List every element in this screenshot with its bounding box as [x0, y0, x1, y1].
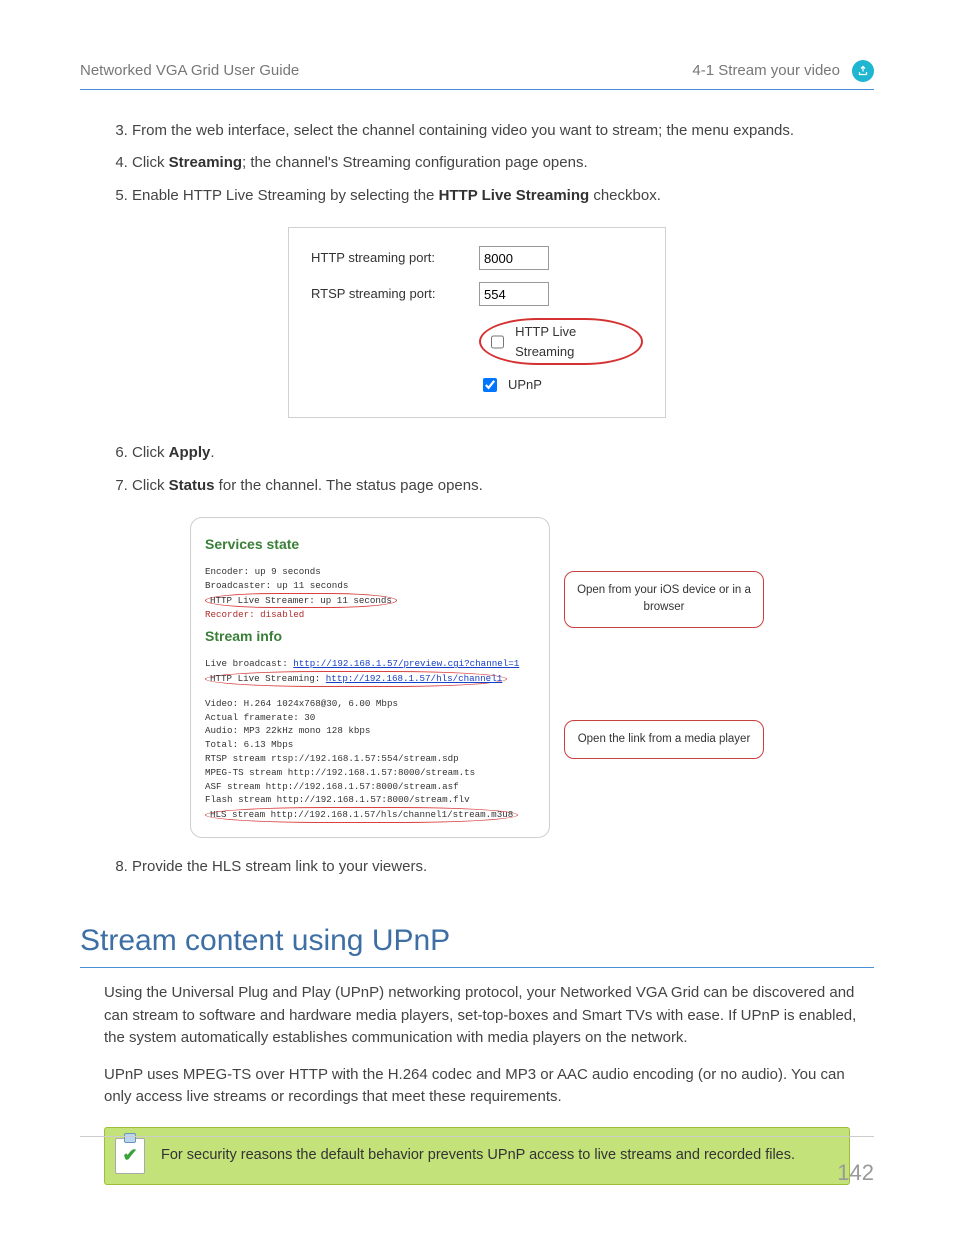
footer-rule — [80, 1136, 874, 1137]
header-chapter: 4-1 Stream your video — [692, 60, 840, 83]
info-mpegts: MPEG-TS stream http://192.168.1.57:8000/… — [205, 766, 535, 780]
info-asf: ASF stream http://192.168.1.57:8000/stre… — [205, 780, 535, 794]
page-header: Networked VGA Grid User Guide 4-1 Stream… — [80, 60, 874, 90]
step-8: Provide the HLS stream link to your view… — [132, 856, 874, 879]
upnp-checkbox-label: UPnP — [508, 375, 542, 395]
callout-ios-browser: Open from your iOS device or in a browse… — [564, 571, 764, 628]
services-state-heading: Services state — [205, 534, 535, 555]
step-4: Click Streaming; the channel's Streaming… — [132, 152, 874, 175]
hls-checkbox-label: HTTP Live Streaming — [515, 322, 631, 361]
hls-checkbox-highlight: HTTP Live Streaming — [479, 318, 643, 365]
http-port-input[interactable] — [479, 246, 549, 270]
step-6: Click Apply. — [132, 442, 874, 465]
callout-media-player: Open the link from a media player — [564, 720, 764, 759]
http-port-label: HTTP streaming port: — [311, 248, 461, 268]
svc-recorder-line: Recorder: disabled — [205, 608, 535, 622]
streaming-config-screenshot: HTTP streaming port: RTSP streaming port… — [288, 227, 666, 418]
live-broadcast-line: Live broadcast: http://192.168.1.57/prev… — [205, 657, 535, 671]
clipboard-check-icon: ✔ — [115, 1138, 145, 1174]
share-icon — [852, 60, 874, 82]
info-audio: Audio: MP3 22kHz mono 128 kbps — [205, 724, 535, 738]
steps-list-b: Click Apply. Click Status for the channe… — [80, 442, 874, 497]
status-page-screenshot: Services state Encoder: up 9 seconds Bro… — [80, 517, 874, 838]
rtsp-port-input[interactable] — [479, 282, 549, 306]
hls-checkbox[interactable] — [491, 335, 504, 349]
info-hls-stream: HLS stream http://192.168.1.57/hls/chann… — [205, 807, 518, 823]
step-3: From the web interface, select the chann… — [132, 120, 874, 143]
info-flash: Flash stream http://192.168.1.57:8000/st… — [205, 793, 535, 807]
page-number: 142 — [837, 1156, 874, 1189]
section-heading-upnp: Stream content using UPnP — [80, 918, 874, 968]
upnp-checkbox[interactable] — [483, 378, 497, 392]
security-note-text: For security reasons the default behavio… — [161, 1145, 795, 1167]
info-video: Video: H.264 1024x768@30, 6.00 Mbps — [205, 697, 535, 711]
info-rtsp: RTSP stream rtsp://192.168.1.57:554/stre… — [205, 752, 535, 766]
steps-list-c: Provide the HLS stream link to your view… — [80, 856, 874, 879]
step-7: Click Status for the channel. The status… — [132, 475, 874, 498]
rtsp-port-label: RTSP streaming port: — [311, 284, 461, 304]
para-upnp-2: UPnP uses MPEG-TS over HTTP with the H.2… — [104, 1064, 874, 1109]
header-guide-title: Networked VGA Grid User Guide — [80, 60, 299, 83]
hls-link-line: HTTP Live Streaming: http://192.168.1.57… — [205, 671, 507, 687]
info-total: Total: 6.13 Mbps — [205, 738, 535, 752]
para-upnp-1: Using the Universal Plug and Play (UPnP)… — [104, 982, 874, 1050]
step-5: Enable HTTP Live Streaming by selecting … — [132, 185, 874, 208]
info-framerate: Actual framerate: 30 — [205, 711, 535, 725]
steps-list-a: From the web interface, select the chann… — [80, 120, 874, 208]
stream-info-heading: Stream info — [205, 626, 535, 647]
svc-broadcaster-line: Broadcaster: up 11 seconds — [205, 579, 535, 593]
svc-encoder-line: Encoder: up 9 seconds — [205, 565, 535, 579]
svc-hls-line: HTTP Live Streamer: up 11 seconds — [205, 593, 397, 609]
